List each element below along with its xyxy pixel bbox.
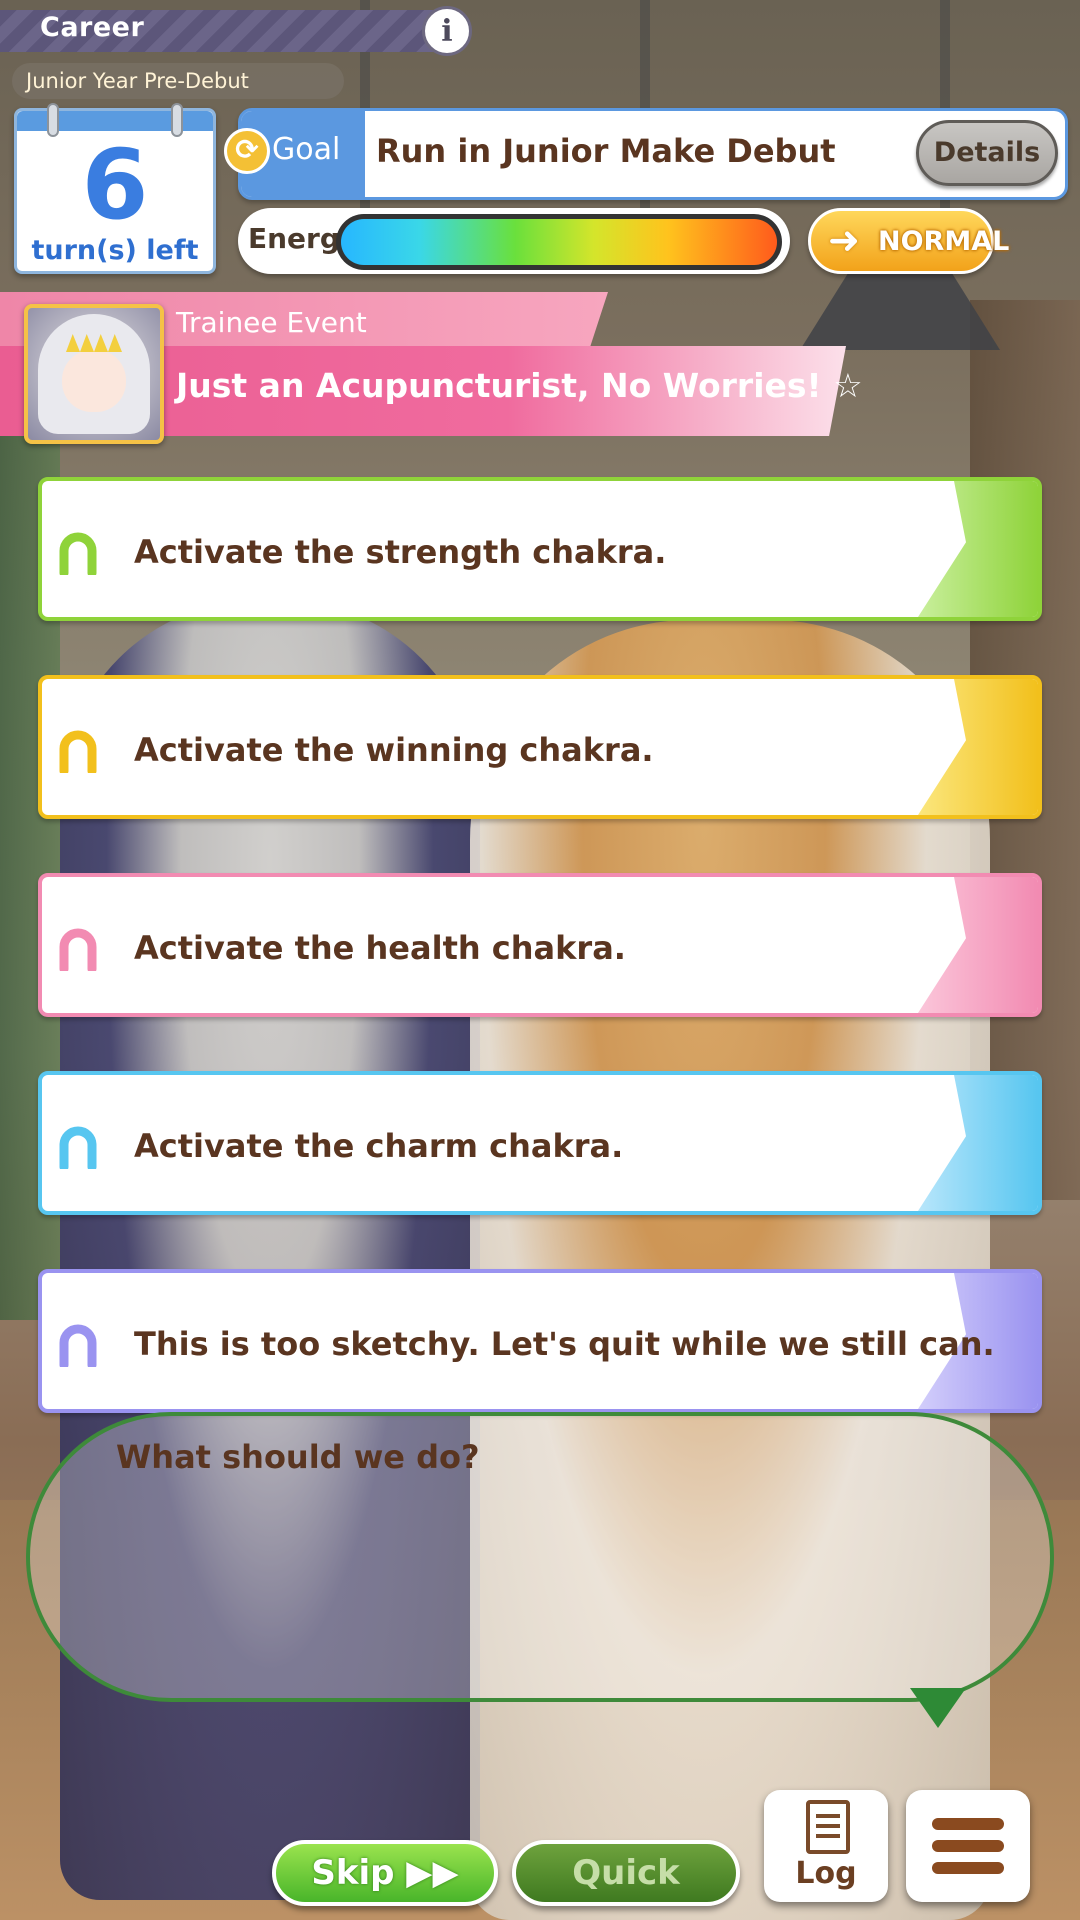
choice-winning[interactable]: Activate the winning chakra.	[38, 675, 1042, 819]
choice-quit[interactable]: This is too sketchy. Let's quit while we…	[38, 1269, 1042, 1413]
choice-edge-decoration	[918, 1075, 1038, 1211]
event-title: Just an Acupuncturist, No Worries! ☆	[176, 366, 863, 405]
mood-label: NORMAL	[878, 226, 1010, 257]
energy-bar	[336, 214, 782, 270]
choice-health[interactable]: Activate the health chakra.	[38, 873, 1042, 1017]
turn-calendar: 6 turn(s) left	[14, 103, 216, 274]
calendar-ring-icon	[47, 103, 59, 137]
goal-text: Run in Junior Make Debut	[376, 132, 836, 170]
menu-icon	[932, 1840, 1004, 1852]
horseshoe-icon	[59, 1324, 97, 1367]
horseshoe-icon	[59, 928, 97, 971]
horseshoe-icon	[59, 532, 97, 575]
trainee-portrait	[24, 304, 164, 444]
choice-label: Activate the charm chakra.	[134, 1127, 624, 1165]
log-icon	[806, 1800, 850, 1854]
choice-strength[interactable]: Activate the strength chakra.	[38, 477, 1042, 621]
log-label: Log	[795, 1856, 857, 1891]
choice-label: Activate the strength chakra.	[134, 533, 667, 571]
goal-refresh-icon: ⟳	[224, 128, 270, 174]
turns-left-count: 6	[81, 129, 149, 241]
portrait-face	[62, 350, 126, 412]
log-button[interactable]: Log	[764, 1790, 888, 1902]
choice-label: Activate the winning chakra.	[134, 731, 654, 769]
dialog-text: What should we do?	[116, 1438, 480, 1476]
goal-tag-label: Goal	[272, 132, 341, 167]
choice-charm[interactable]: Activate the charm chakra.	[38, 1071, 1042, 1215]
career-period: Junior Year Pre-Debut	[12, 63, 344, 99]
background-lamp	[800, 270, 1000, 350]
info-button[interactable]: i	[422, 6, 472, 56]
menu-button[interactable]	[906, 1790, 1030, 1902]
mood-arrow-icon: ➜	[828, 218, 860, 262]
career-title: Career	[40, 12, 145, 43]
calendar-ring-icon	[171, 103, 183, 137]
quick-button[interactable]: Quick	[512, 1840, 740, 1906]
event-type: Trainee Event	[176, 306, 367, 339]
choice-label: This is too sketchy. Let's quit while we…	[134, 1325, 995, 1363]
info-icon: i	[441, 13, 453, 49]
choice-edge-decoration	[918, 481, 1038, 617]
skip-button[interactable]: Skip ▶▶	[272, 1840, 498, 1906]
choice-label: Activate the health chakra.	[134, 929, 626, 967]
menu-icon	[932, 1862, 1004, 1874]
choice-edge-decoration	[918, 877, 1038, 1013]
horseshoe-icon	[59, 730, 97, 773]
turns-left-label: turn(s) left	[31, 235, 199, 266]
details-button[interactable]: Details	[916, 120, 1058, 186]
horseshoe-icon	[59, 1126, 97, 1169]
energy-fill	[341, 219, 777, 265]
menu-icon	[932, 1818, 1004, 1830]
choice-edge-decoration	[918, 679, 1038, 815]
